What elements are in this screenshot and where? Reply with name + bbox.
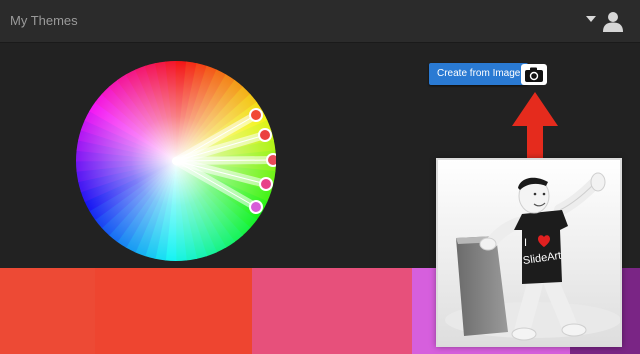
color-wheel-handle[interactable] — [249, 200, 263, 214]
shirt-text-i: I — [524, 237, 527, 249]
tshirt-shape — [514, 210, 568, 284]
user-avatar-icon[interactable] — [602, 10, 624, 32]
color-wheel-handle[interactable] — [266, 153, 276, 167]
caret-down-icon[interactable] — [586, 16, 596, 22]
create-from-image-button[interactable]: Create from Image — [429, 63, 535, 85]
slideart-figure-image: I SlideArt — [438, 160, 620, 345]
color-wheel-handle[interactable] — [259, 177, 273, 191]
color-wheel-handle[interactable] — [258, 128, 272, 142]
color-wheel-handle[interactable] — [249, 108, 263, 122]
sample-photo: I SlideArt — [436, 158, 622, 347]
camera-button[interactable] — [521, 64, 547, 85]
color-swatch[interactable] — [0, 268, 95, 354]
color-swatch[interactable] — [95, 268, 252, 354]
color-swatch[interactable] — [252, 268, 412, 354]
camera-icon — [525, 67, 543, 82]
user-menu[interactable] — [586, 10, 630, 32]
color-wheel[interactable] — [76, 61, 276, 261]
my-themes-title[interactable]: My Themes — [10, 13, 78, 28]
app-header: My Themes — [0, 0, 640, 43]
